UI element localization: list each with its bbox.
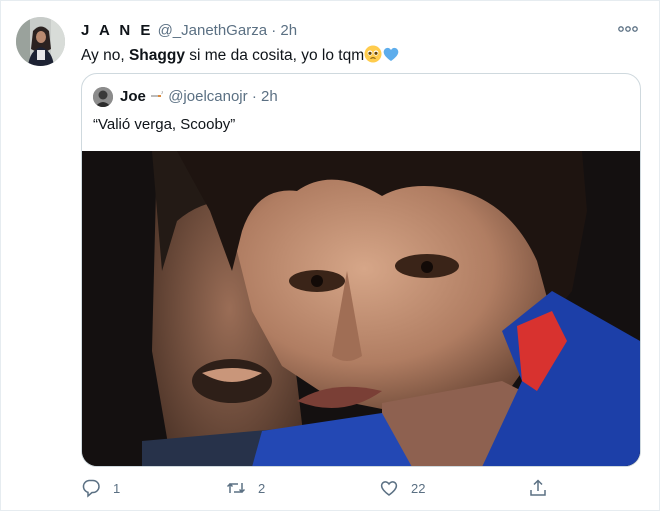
- retweet-button[interactable]: 2: [226, 475, 265, 501]
- tweet-text-before: Ay no,: [81, 47, 129, 64]
- tweet-text: Ay no, Shaggy si me da cosita, yo lo tqm: [81, 45, 400, 67]
- like-count: 22: [411, 480, 426, 496]
- action-bar: 1 2 22: [81, 475, 641, 501]
- avatar-photo: [16, 17, 65, 66]
- blue-heart-emoji: [383, 47, 399, 61]
- quoted-header: Joe @joelcanojr · 2h: [120, 87, 278, 107]
- quoted-timestamp[interactable]: 2h: [261, 88, 278, 105]
- quoted-separator: ·: [251, 88, 257, 105]
- header-separator: ·: [271, 22, 277, 39]
- reply-icon: [82, 479, 100, 498]
- quoted-author-name[interactable]: Joe: [120, 88, 146, 105]
- tweet-card[interactable]: J A N E @_JanethGarza · 2h Ay no, Shaggy…: [0, 0, 660, 511]
- quoted-avatar-photo: [93, 87, 113, 107]
- share-icon: [530, 479, 546, 496]
- retweet-count: 2: [258, 480, 266, 496]
- reply-count: 1: [113, 480, 121, 496]
- cigarette-icon: [151, 90, 163, 97]
- retweet-icon: [226, 482, 246, 494]
- quoted-author-avatar[interactable]: [93, 87, 113, 107]
- tweet-header: J A N E @_JanethGarza · 2h: [81, 21, 297, 41]
- quoted-tweet[interactable]: Joe @joelcanojr · 2h “Valió verga, Scoob…: [81, 73, 641, 467]
- author-handle[interactable]: @_JanethGarza: [158, 22, 267, 39]
- quoted-photo[interactable]: [82, 151, 640, 466]
- pleading-face-emoji: [364, 45, 382, 63]
- more-options-button[interactable]: [617, 20, 639, 38]
- author-avatar[interactable]: [16, 17, 65, 66]
- tweet-timestamp[interactable]: 2h: [280, 22, 297, 39]
- reply-button[interactable]: 1: [81, 475, 120, 501]
- quoted-author-handle[interactable]: @joelcanojr: [168, 88, 247, 105]
- tweet-text-bold: Shaggy: [128, 47, 185, 64]
- share-button[interactable]: [528, 475, 560, 501]
- like-button[interactable]: 22: [379, 475, 425, 501]
- tweet-text-after: si me da cosita, yo lo tqm: [184, 47, 365, 64]
- author-name[interactable]: J A N E: [81, 22, 153, 39]
- heart-icon: [380, 481, 398, 496]
- photo-content: [82, 151, 640, 466]
- quoted-text: “Valió verga, Scooby”: [93, 116, 236, 133]
- more-icon: [618, 26, 638, 32]
